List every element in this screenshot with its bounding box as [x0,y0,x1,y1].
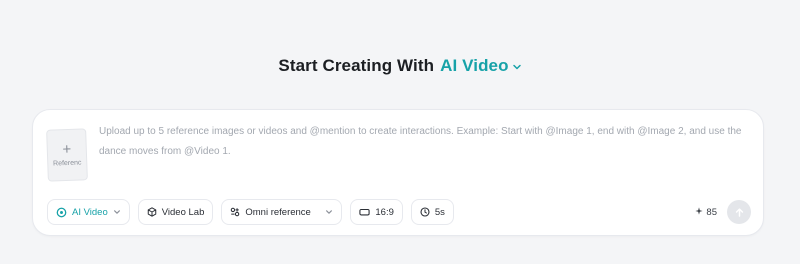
plus-icon: + [62,140,72,159]
prompt-card: + Referenc Upload up to 5 reference imag… [32,109,764,236]
video-lab-label: Video Lab [161,206,205,218]
duration-label: 5s [434,206,445,218]
duration-button[interactable]: 5s [410,199,454,225]
aspect-ratio-label: 16:9 [375,206,394,218]
prompt-input[interactable]: Upload up to 5 reference images or video… [99,122,751,162]
aspect-ratio-icon [359,207,370,217]
omni-reference-label: Omni reference [245,206,311,218]
aspect-ratio-button[interactable]: 16:9 [350,199,403,225]
arrow-up-icon [735,207,743,217]
cube-icon [147,207,157,217]
sparkle-icon [695,206,704,218]
clock-icon [420,207,430,217]
prompt-toolbar: AI Video Video Lab Omni reference 16:9 5… [47,199,751,225]
credits-value: 85 [706,206,717,218]
send-button[interactable] [727,200,751,224]
chevron-down-icon [113,208,121,216]
ai-video-icon [56,207,67,218]
mode-label: AI Video [440,56,509,75]
heading-lead: Start Creating With [278,56,435,75]
right-tools: 85 [695,200,751,224]
reference-label: Referenc [52,159,82,168]
ai-video-dropdown[interactable]: AI Video [47,199,130,225]
reference-upload-tile[interactable]: + Referenc [46,128,88,182]
omni-reference-dropdown[interactable]: Omni reference [221,199,343,225]
credits-indicator: 85 [695,207,717,218]
chevron-down-icon [325,208,333,216]
video-lab-button[interactable]: Video Lab [137,199,214,225]
ai-video-label: AI Video [72,206,108,218]
omni-icon [230,207,240,217]
mode-selector[interactable]: AI Video [440,56,522,76]
page-heading: Start Creating With AI Video [0,56,800,76]
chevron-down-icon [512,64,521,70]
